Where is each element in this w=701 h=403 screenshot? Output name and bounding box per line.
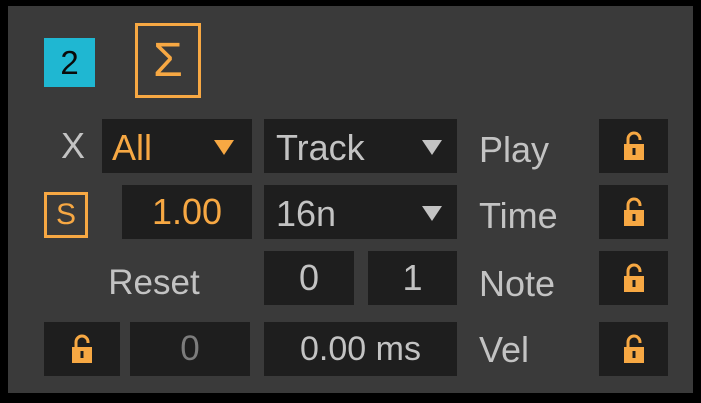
dropdown-arrow-icon bbox=[214, 140, 234, 155]
offset-number-box[interactable]: 0 bbox=[130, 322, 250, 376]
track-number-badge: 2 bbox=[44, 38, 95, 87]
vel-lock-button[interactable] bbox=[599, 322, 668, 376]
reset-button[interactable]: Reset bbox=[84, 256, 224, 310]
delay-number-box[interactable]: 0.00 ms bbox=[264, 322, 457, 376]
range-high-number[interactable]: 1 bbox=[368, 251, 457, 305]
vel-label: Vel bbox=[479, 329, 530, 370]
time-lock-button[interactable] bbox=[599, 185, 668, 239]
mode-select[interactable]: Track bbox=[264, 119, 457, 173]
sync-toggle-button[interactable]: S bbox=[44, 192, 88, 238]
note-lock-button[interactable] bbox=[599, 251, 668, 305]
division-select-value: 16n bbox=[276, 193, 337, 234]
play-lock-button[interactable] bbox=[599, 119, 668, 173]
lock-open-icon bbox=[623, 131, 644, 160]
dropdown-arrow-icon bbox=[422, 206, 442, 221]
note-label: Note bbox=[479, 263, 556, 304]
pitch-select-value: All bbox=[112, 127, 153, 168]
sigma-icon[interactable]: Σ bbox=[135, 23, 201, 98]
lock-open-icon bbox=[623, 334, 644, 363]
mode-select-value: Track bbox=[276, 127, 365, 168]
play-label: Play bbox=[479, 129, 550, 170]
device-panel: 2 Σ X All Track Play S 1.00 16n Time Res… bbox=[8, 6, 693, 393]
lock-open-icon bbox=[72, 334, 92, 363]
rate-number-box[interactable]: 1.00 bbox=[122, 185, 252, 239]
lock-open-icon bbox=[623, 197, 644, 226]
x-label: X bbox=[60, 125, 85, 166]
pitch-select[interactable]: All bbox=[102, 119, 252, 173]
division-select[interactable]: 16n bbox=[264, 185, 457, 239]
dropdown-arrow-icon bbox=[422, 140, 442, 155]
range-low-number[interactable]: 0 bbox=[264, 251, 354, 305]
offset-lock-button[interactable] bbox=[44, 322, 120, 376]
time-label: Time bbox=[479, 195, 558, 236]
lock-open-icon bbox=[623, 263, 644, 292]
